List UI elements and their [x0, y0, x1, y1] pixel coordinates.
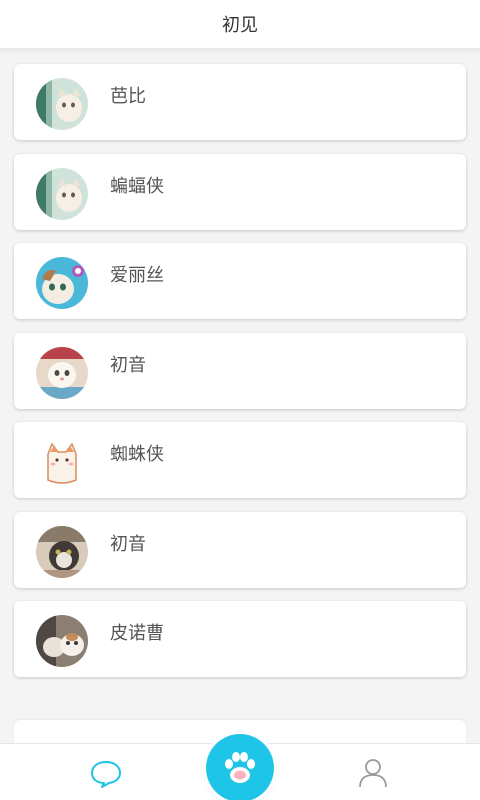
- contact-name: 初音: [110, 533, 146, 555]
- chat-bubble-icon[interactable]: [88, 758, 124, 790]
- contact-card[interactable]: 芭比: [14, 64, 466, 140]
- contact-name: 蝙蝠侠: [110, 175, 164, 197]
- contact-name: 爱丽丝: [110, 265, 164, 286]
- paw-button[interactable]: [206, 734, 274, 800]
- avatar: [36, 78, 88, 130]
- contact-card[interactable]: 爱丽丝: [14, 243, 466, 319]
- contact-list: 芭比 蝙蝠侠 爱丽丝 初音 蜘蛛侠 初音 皮诺曹: [14, 64, 466, 691]
- contact-card[interactable]: 皮诺曹: [14, 601, 466, 677]
- top-bar: 初见: [0, 0, 480, 49]
- page-title: 初见: [222, 15, 258, 36]
- avatar: [36, 436, 88, 488]
- avatar: [36, 257, 88, 309]
- avatar: [36, 167, 88, 220]
- contact-card[interactable]: 蝙蝠侠: [14, 153, 466, 230]
- avatar: [36, 346, 88, 399]
- contact-card[interactable]: 蜘蛛侠: [14, 422, 466, 498]
- avatar: [36, 525, 88, 578]
- contact-card[interactable]: 初音: [14, 332, 466, 409]
- contact-name: 芭比: [110, 86, 146, 107]
- contact-name: 初音: [110, 354, 146, 376]
- avatar: [36, 615, 88, 667]
- paw-icon: [225, 752, 255, 783]
- user-icon[interactable]: [355, 756, 391, 790]
- contact-name: 皮诺曹: [110, 623, 164, 644]
- app-screen: 初见 芭比 蝙蝠侠 爱丽丝 初音 蜘蛛侠 初音 皮诺曹: [0, 0, 480, 800]
- contact-card[interactable]: 初音: [14, 511, 466, 588]
- contact-name: 蜘蛛侠: [110, 444, 164, 465]
